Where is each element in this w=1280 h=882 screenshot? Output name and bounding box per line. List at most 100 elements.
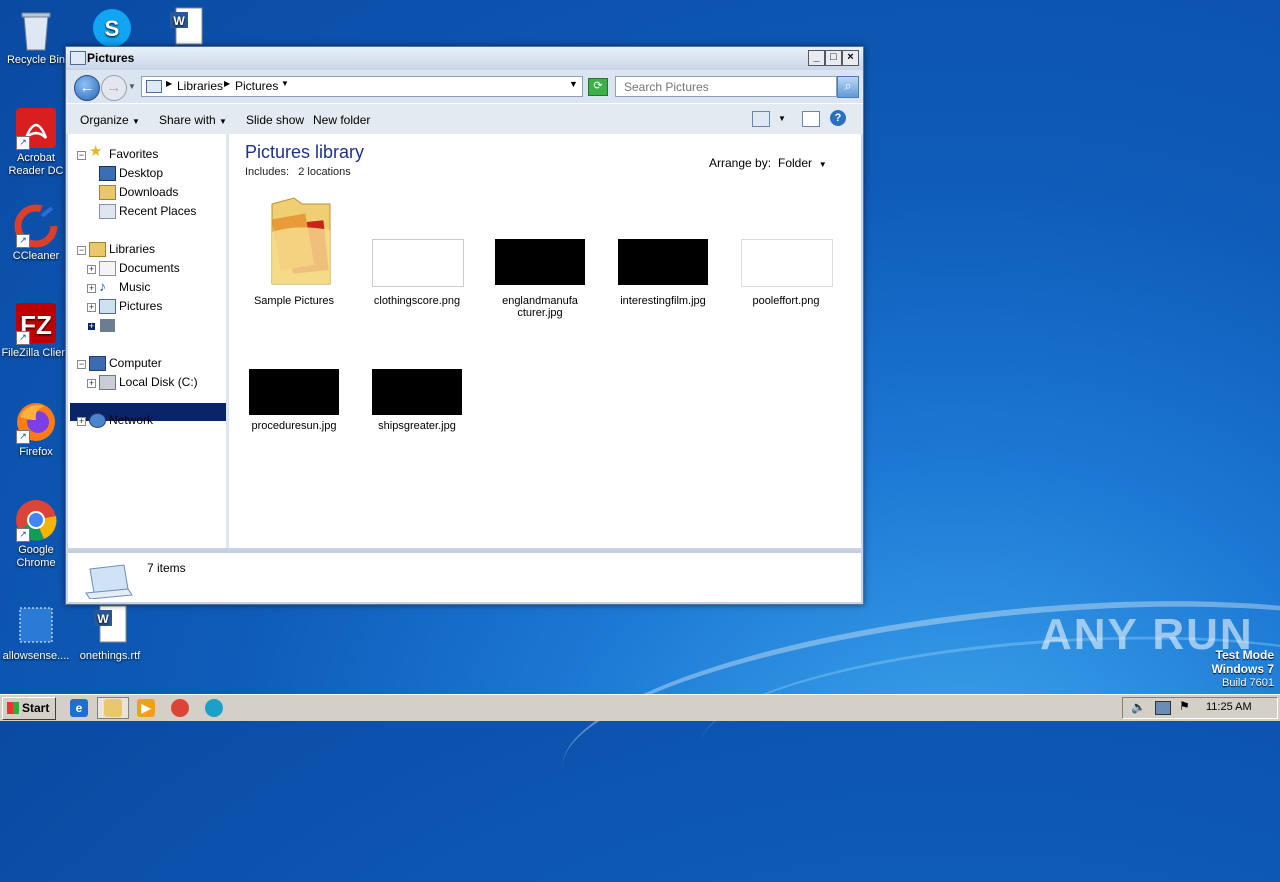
organize-menu[interactable]: Organize ▼ xyxy=(80,113,140,127)
collapse-libraries-icon[interactable]: − xyxy=(77,246,86,255)
nav-downloads[interactable]: Downloads xyxy=(119,183,178,201)
minimize-button[interactable]: _ xyxy=(808,50,825,66)
filezilla-icon: FZ ↗ xyxy=(14,301,58,345)
recent-pages-dropdown-icon[interactable]: ▼ xyxy=(128,82,136,91)
svg-text:S: S xyxy=(105,16,120,41)
desktop-icon-allowsense[interactable]: allowsense.... xyxy=(0,604,72,663)
desktop-icon xyxy=(99,166,116,181)
expand-music-icon[interactable]: + xyxy=(87,284,96,293)
nav-music[interactable]: Music xyxy=(119,278,150,296)
chrome-icon: ↗ xyxy=(14,498,58,542)
library-icon xyxy=(85,564,133,599)
internet-explorer-icon[interactable]: e xyxy=(70,699,88,717)
action-center-flag-icon[interactable]: ⚑ xyxy=(1179,699,1190,713)
search-icon[interactable]: ⌕ xyxy=(837,76,859,98)
nav-videos[interactable]: Videos xyxy=(119,316,155,334)
nav-desktop[interactable]: Desktop xyxy=(119,164,163,182)
word-document-icon: W xyxy=(88,604,132,648)
volume-icon[interactable]: 🔈 xyxy=(1131,700,1146,714)
address-bar[interactable]: ▶ Libraries ▶ Pictures ▼ ▼ xyxy=(141,76,583,97)
navigation-pane[interactable]: − ★ Favorites Desktop Downloads Recent P… xyxy=(68,134,229,548)
chrome-icon[interactable] xyxy=(171,699,189,717)
file-item[interactable]: interestingfilm.jpg xyxy=(613,194,713,319)
desktop-icon-acrobat[interactable]: ↗ Acrobat Reader DC xyxy=(0,106,72,178)
close-button[interactable]: × xyxy=(842,50,859,66)
desktop-icon-filezilla[interactable]: FZ ↗ FileZilla Client xyxy=(0,301,72,360)
maximize-button[interactable]: □ xyxy=(825,50,842,66)
file-item[interactable]: clothingscore.png xyxy=(367,194,467,319)
expand-local-disk-icon[interactable]: + xyxy=(87,379,96,388)
edge-icon[interactable] xyxy=(205,699,223,717)
image-thumbnail xyxy=(741,239,833,287)
network-status-icon[interactable] xyxy=(1155,701,1171,715)
firefox-icon: ↗ xyxy=(14,400,58,444)
desktop-icon-chrome[interactable]: ↗ Google Chrome xyxy=(0,498,72,570)
clock[interactable]: 11:25 AM xyxy=(1206,701,1252,713)
explorer-window[interactable]: Pictures _ □ × ← → ▼ ▶ Libraries ▶ Pictu… xyxy=(65,46,864,605)
change-view-icon[interactable] xyxy=(752,111,770,127)
title-bar[interactable]: Pictures _ □ × xyxy=(66,47,863,69)
preview-pane-icon[interactable] xyxy=(802,111,820,127)
help-icon[interactable]: ? xyxy=(830,110,846,126)
nav-libraries[interactable]: Libraries xyxy=(109,240,155,258)
details-pane: 7 items xyxy=(68,553,861,602)
file-item[interactable]: englandmanufacturer.jpg xyxy=(490,194,590,319)
content-pane[interactable]: Pictures library Includes: 2 locations A… xyxy=(229,134,861,548)
nav-recent-places[interactable]: Recent Places xyxy=(119,202,196,220)
desktop-icon-label: Firefox xyxy=(19,446,53,458)
back-button[interactable]: ← xyxy=(74,75,100,101)
locations-link[interactable]: 2 locations xyxy=(298,166,351,178)
collapse-computer-icon[interactable]: − xyxy=(77,360,86,369)
desktop-icon-label: FileZilla Client xyxy=(1,347,71,359)
file-item[interactable]: Sample Pictures xyxy=(244,194,344,319)
file-item[interactable]: proceduresun.jpg xyxy=(244,324,344,434)
expand-documents-icon[interactable]: + xyxy=(87,265,96,274)
address-history-dropdown-icon[interactable]: ▼ xyxy=(569,79,578,89)
search-input[interactable] xyxy=(622,79,816,95)
start-button[interactable]: Start xyxy=(2,697,56,720)
nav-local-disk[interactable]: Local Disk (C:) xyxy=(119,373,198,391)
slide-show-button[interactable]: Slide show xyxy=(246,113,304,127)
view-options-dropdown-icon[interactable]: ▼ xyxy=(778,114,786,123)
breadcrumb-chevron-icon[interactable]: ▶ xyxy=(224,79,230,88)
libraries-icon xyxy=(89,242,106,257)
nav-documents[interactable]: Documents xyxy=(119,259,180,277)
taskbar-explorer-button[interactable] xyxy=(97,697,129,719)
breadcrumb-pictures[interactable]: Pictures xyxy=(235,79,278,93)
downloads-icon xyxy=(99,185,116,200)
desktop-icon-onethings[interactable]: W onethings.rtf xyxy=(74,604,146,663)
recent-places-icon xyxy=(99,204,116,219)
desktop-icon-ccleaner[interactable]: ↗ CCleaner xyxy=(0,204,72,263)
arrange-by-dropdown[interactable]: Folder ▼ xyxy=(778,156,827,170)
file-item[interactable]: shipsgreater.jpg xyxy=(367,324,467,434)
expand-videos-icon[interactable]: + xyxy=(87,322,96,331)
file-item[interactable]: pooleffort.png xyxy=(736,194,836,319)
forward-button[interactable]: → xyxy=(101,75,127,101)
collapse-favorites-icon[interactable]: − xyxy=(77,151,86,160)
share-with-menu[interactable]: Share with ▼ xyxy=(159,113,227,127)
image-thumbnail xyxy=(249,369,339,415)
library-title: Pictures library xyxy=(245,142,365,162)
new-folder-button[interactable]: New folder xyxy=(313,113,370,127)
chevron-down-icon: ▼ xyxy=(219,117,227,126)
expand-network-icon[interactable]: + xyxy=(77,417,86,426)
desktop-icon-recycle-bin[interactable]: Recycle Bin xyxy=(0,8,72,67)
test-mode-notice: Test Mode Windows 7 Build 7601 xyxy=(1211,648,1274,689)
refresh-button[interactable]: ⟳ xyxy=(588,78,608,96)
media-player-icon[interactable]: ▶ xyxy=(137,699,155,717)
nav-network[interactable]: Network xyxy=(109,411,153,429)
nav-computer[interactable]: Computer xyxy=(109,354,162,372)
nav-pictures[interactable]: Pictures xyxy=(119,297,162,315)
breadcrumb-chevron-icon[interactable]: ▼ xyxy=(281,79,289,88)
nav-favorites[interactable]: Favorites xyxy=(109,145,158,163)
breadcrumb-libraries[interactable]: Libraries xyxy=(177,79,223,93)
breadcrumb-chevron-icon[interactable]: ▶ xyxy=(166,79,172,88)
videos-icon xyxy=(99,318,116,333)
blank-file-icon xyxy=(14,604,58,648)
desktop-icon-firefox[interactable]: ↗ Firefox xyxy=(0,400,72,459)
window-title: Pictures xyxy=(87,51,135,65)
expand-pictures-icon[interactable]: + xyxy=(87,303,96,312)
desktop-icon-label: CCleaner xyxy=(12,250,60,262)
svg-text:W: W xyxy=(97,612,109,626)
search-box[interactable] xyxy=(615,76,837,97)
